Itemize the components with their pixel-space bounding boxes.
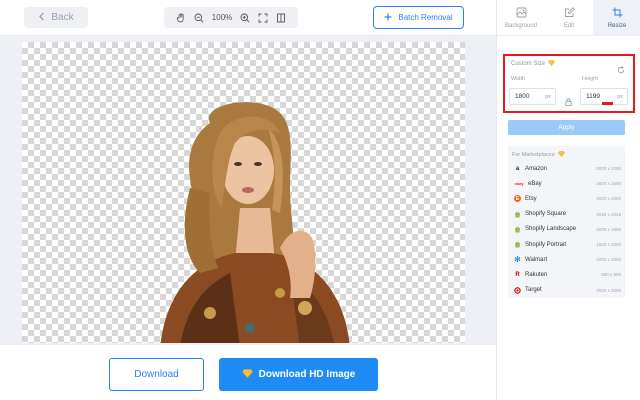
marketplace-name: Amazon	[525, 165, 548, 172]
marketplace-size: 800 x 800	[601, 272, 621, 278]
tab-resize[interactable]: Resize	[593, 0, 640, 35]
marketplace-size: 2000 x 1800	[596, 226, 621, 232]
ebay-icon: ebay	[514, 181, 524, 187]
marketplace-size: 1600 x 2000	[596, 242, 621, 248]
etsy-icon: E	[514, 195, 521, 203]
marketplace-size: 2000 x 2000	[596, 196, 621, 202]
reset-icon[interactable]	[617, 61, 625, 79]
amazon-icon: a	[515, 165, 520, 172]
marketplace-name: Shopify Square	[525, 211, 567, 218]
compare-icon[interactable]	[276, 13, 286, 23]
edit-icon	[564, 6, 575, 20]
marketplace-size: 2000 x 2000	[596, 166, 621, 172]
marketplace-name: Walmart	[525, 256, 548, 263]
width-input[interactable]: 1800 px	[509, 88, 556, 105]
marketplace-size: 2000 x 2000	[596, 287, 621, 293]
marketplace-item-amazon[interactable]: a Amazon 2000 x 2000	[508, 161, 625, 176]
plus-icon	[384, 13, 392, 23]
width-value: 1800	[515, 93, 530, 100]
background-icon	[516, 7, 527, 20]
gem-icon	[548, 60, 555, 68]
marketplaces-title: For Marketplaces	[512, 151, 565, 159]
red-underline-mark	[602, 102, 613, 105]
width-label: Width	[511, 76, 526, 82]
height-label: Height	[582, 76, 598, 82]
panel-tabs: Background Edit Resize	[497, 0, 640, 36]
marketplace-size: 1600 x 1600	[596, 181, 621, 187]
gem-icon	[557, 151, 565, 159]
tab-edit-label: Edit	[563, 22, 575, 29]
download-hd-label: Download HD Image	[258, 369, 356, 380]
marketplace-item-ebay[interactable]: ebay eBay 1600 x 1600	[508, 176, 625, 191]
download-bar: Download Download HD Image	[0, 344, 496, 400]
height-value: 1199	[586, 93, 600, 100]
hand-icon[interactable]	[176, 12, 186, 23]
apply-button[interactable]: Apply	[508, 120, 625, 135]
marketplace-item-rakuten[interactable]: R Rakuten 800 x 800	[508, 267, 625, 282]
subject-image	[160, 102, 350, 343]
download-button[interactable]: Download	[109, 358, 204, 391]
width-unit: px	[545, 93, 551, 100]
view-tools: 100%	[164, 7, 298, 28]
marketplaces-title-label: For Marketplaces	[512, 152, 555, 158]
marketplace-item-etsy[interactable]: E Etsy 2000 x 2000	[508, 191, 625, 206]
marketplace-size: 2048 x 2048	[596, 211, 621, 217]
marketplace-list: a Amazon 2000 x 2000 ebay eBay 1600 x 16…	[508, 161, 625, 298]
top-toolbar: Back 100% Batch Removal	[0, 0, 496, 36]
target-icon	[514, 286, 521, 294]
marketplace-name: eBay	[528, 180, 542, 187]
download-hd-button[interactable]: Download HD Image	[219, 358, 378, 391]
marketplace-name: Etsy	[525, 195, 537, 202]
canvas-area	[0, 36, 496, 344]
gem-icon	[241, 368, 253, 381]
marketplace-item-shopify-square[interactable]: Shopify Square 2048 x 2048	[508, 207, 625, 222]
app-window: Back 100% Batch Removal Download Downloa…	[0, 0, 640, 400]
apply-label: Apply	[558, 124, 575, 131]
shopify-icon	[514, 211, 521, 218]
zoom-level: 100%	[211, 13, 233, 22]
fit-screen-icon[interactable]	[258, 13, 268, 23]
batch-removal-button[interactable]: Batch Removal	[373, 6, 464, 29]
zoom-in-icon[interactable]	[240, 13, 250, 23]
download-label: Download	[134, 369, 179, 380]
marketplace-item-shopify-portrait[interactable]: Shopify Portrait 1600 x 2000	[508, 237, 625, 252]
height-unit: px	[617, 93, 623, 100]
crop-icon	[612, 7, 623, 20]
marketplaces-panel: For Marketplaces a Amazon 2000 x 2000 eb…	[508, 146, 625, 298]
rakuten-icon: R	[515, 271, 520, 278]
tab-edit[interactable]: Edit	[545, 0, 593, 35]
lock-icon[interactable]	[565, 93, 572, 111]
marketplace-size: 2000 x 2000	[596, 257, 621, 263]
shopify-icon	[514, 226, 521, 233]
marketplace-item-target[interactable]: Target 2000 x 2000	[508, 283, 625, 298]
back-button[interactable]: Back	[24, 7, 88, 28]
walmart-icon: ✻	[514, 255, 521, 265]
transparent-canvas[interactable]	[22, 42, 465, 343]
tab-resize-label: Resize	[607, 22, 627, 29]
custom-size-title: Custom Size	[511, 60, 627, 68]
tab-background-label: Background	[504, 22, 538, 29]
zoom-out-icon[interactable]	[194, 13, 204, 23]
back-label: Back	[51, 12, 74, 23]
chevron-left-icon	[38, 12, 45, 24]
tab-background[interactable]: Background	[497, 0, 545, 35]
marketplace-name: Shopify Landscape	[525, 226, 577, 233]
marketplace-item-walmart[interactable]: ✻ Walmart 2000 x 2000	[508, 252, 625, 267]
marketplace-name: Rakuten	[525, 271, 548, 278]
custom-size-label: Custom Size	[511, 61, 546, 67]
shopify-icon	[514, 241, 521, 248]
batch-removal-label: Batch Removal	[398, 13, 453, 22]
marketplace-name: Shopify Portrait	[525, 241, 567, 248]
custom-size-box: Custom Size Width Height 1800 px 1199 px	[503, 54, 635, 113]
marketplace-item-shopify-landscape[interactable]: Shopify Landscape 2000 x 1800	[508, 222, 625, 237]
marketplace-name: Target	[525, 287, 542, 294]
